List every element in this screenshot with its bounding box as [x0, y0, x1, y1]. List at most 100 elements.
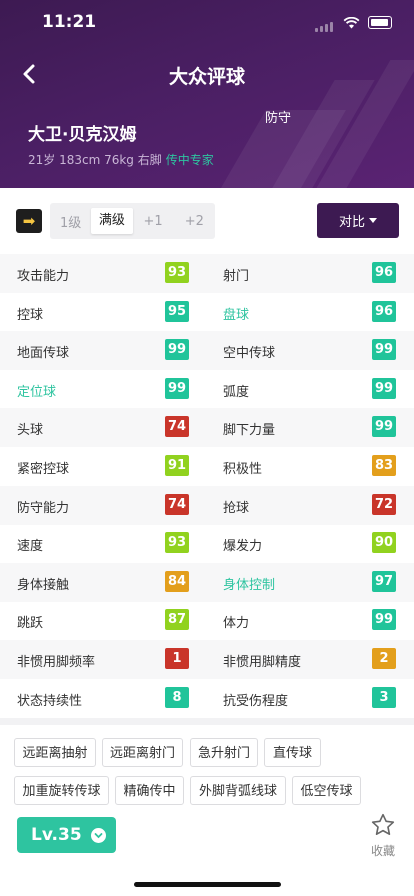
- stat-label: 非惯用脚频率: [17, 655, 96, 670]
- stat-row: 攻击能力 93 射门 96: [0, 254, 414, 293]
- skill-tag: 精确传中: [115, 776, 184, 805]
- favorite-label: 收藏: [370, 844, 395, 858]
- level-badge-button[interactable]: Lv.35: [17, 817, 116, 853]
- stat-row: 紧密控球 91 积极性 83: [0, 447, 414, 486]
- bottom-bar: Lv.35 收藏: [0, 812, 414, 896]
- skill-tag: 远距离抽射: [14, 738, 96, 767]
- stat-label[interactable]: 定位球: [17, 381, 56, 400]
- stat-row: 身体接触 84 身体控制 97: [0, 562, 414, 602]
- player-position: 防守: [265, 111, 292, 126]
- stat-label: 积极性: [223, 462, 263, 477]
- stat-value: 74: [165, 493, 189, 515]
- level-option[interactable]: 1级: [50, 212, 91, 231]
- skill-tag: 低空传球: [292, 776, 361, 805]
- stat-row: 控球 95 盘球 96: [0, 293, 414, 332]
- stat-cell: 抗受伤程度 3: [207, 679, 414, 718]
- stat-value: 91: [165, 455, 189, 476]
- stat-label: 紧密控球: [17, 462, 70, 477]
- stat-cell: 速度 93: [0, 524, 207, 563]
- level-option-selected[interactable]: 满级: [91, 208, 133, 234]
- stat-row: 非惯用脚频率 1 非惯用脚精度 2: [0, 640, 414, 679]
- caret-down-icon: [369, 218, 377, 223]
- stat-cell: 积极性 83: [207, 447, 414, 486]
- stat-value: 99: [165, 339, 189, 361]
- stat-value: 72: [372, 493, 396, 515]
- stat-value: 99: [372, 377, 396, 399]
- stat-value: 1: [165, 648, 189, 669]
- level-option[interactable]: +1: [133, 214, 174, 229]
- stat-row: 防守能力 74 抢球 72: [0, 485, 414, 525]
- stat-value: 2: [372, 648, 396, 669]
- status-bar: 11:21: [0, 0, 414, 46]
- favorite-button[interactable]: 收藏: [366, 812, 400, 859]
- stat-label: 状态持续性: [17, 693, 83, 709]
- stat-cell: 跳跃 87: [0, 601, 207, 640]
- level-selector: 1级 满级 +1 +2: [50, 203, 215, 239]
- stat-label: 体力: [223, 616, 250, 632]
- stat-row: 地面传球 99 空中传球 99: [0, 331, 414, 371]
- star-icon: [371, 813, 395, 836]
- stat-row: 头球 74 脚下力量 99: [0, 408, 414, 448]
- stat-cell: 定位球 99: [0, 370, 207, 409]
- stat-cell: 非惯用脚精度 2: [207, 640, 414, 679]
- stat-value: 93: [165, 532, 189, 554]
- stat-label: 速度: [17, 539, 44, 555]
- player-specialty: 传中专家: [165, 153, 214, 167]
- stat-value: 97: [372, 570, 396, 592]
- stat-cell: 头球 74: [0, 408, 207, 447]
- stat-label: 头球: [17, 423, 44, 439]
- stat-row: 速度 93 爆发力 90: [0, 524, 414, 563]
- level-badge-label: Lv.35: [31, 825, 82, 845]
- stat-cell: 非惯用脚频率 1: [0, 640, 207, 679]
- stat-label: 身体接触: [17, 577, 70, 593]
- stat-label: 跳跃: [17, 616, 44, 632]
- stat-cell: 空中传球 99: [207, 331, 414, 370]
- skill-tag: 直传球: [264, 738, 321, 767]
- stat-cell: 攻击能力 93: [0, 254, 207, 293]
- stat-cell: 射门 96: [207, 254, 414, 293]
- skill-tag: 急升射门: [190, 738, 258, 767]
- skills-section: 远距离抽射 远距离射门 急升射门 直传球 加重旋转传球 精确传中 外脚背弧线球 …: [0, 718, 414, 822]
- stat-cell: 地面传球 99: [0, 331, 207, 370]
- stat-cell: 控球 95: [0, 293, 207, 332]
- stat-label: 地面传球: [17, 346, 70, 362]
- home-indicator: [134, 882, 281, 887]
- stat-label[interactable]: 身体控制: [223, 574, 275, 593]
- toggle-button[interactable]: ➡: [16, 209, 42, 233]
- level-option[interactable]: +2: [174, 214, 215, 229]
- stat-cell: 爆发力 90: [207, 524, 414, 563]
- stat-label: 脚下力量: [223, 423, 276, 439]
- stat-value: 83: [372, 455, 396, 476]
- stat-row: 定位球 99 弧度 99: [0, 370, 414, 409]
- stat-value: 93: [165, 262, 189, 283]
- stat-label: 抗受伤程度: [223, 693, 289, 709]
- player-name: 大卫·贝克汉姆: [28, 125, 137, 145]
- skill-tag: 外脚背弧线球: [190, 776, 286, 805]
- stat-value: 96: [372, 262, 396, 283]
- stat-label: 射门: [223, 269, 250, 284]
- stat-cell: 弧度 99: [207, 370, 414, 409]
- page-title: 大众评球: [168, 66, 245, 88]
- stat-cell: 抢球 72: [207, 486, 414, 525]
- stat-cell: 身体接触 84: [0, 563, 207, 602]
- player-bio: 21岁 183cm 76kg 右脚: [28, 153, 162, 167]
- stat-value: 96: [372, 300, 396, 322]
- stat-label: 防守能力: [17, 500, 70, 516]
- stat-value: 74: [165, 416, 189, 438]
- stat-value: 8: [165, 686, 189, 708]
- stat-label[interactable]: 盘球: [223, 304, 249, 323]
- arrow-right-icon: ➡: [22, 212, 36, 230]
- stat-label: 非惯用脚精度: [223, 655, 302, 670]
- compare-label: 对比: [338, 215, 365, 230]
- stat-cell: 状态持续性 8: [0, 679, 207, 718]
- stat-value: 84: [165, 570, 189, 592]
- compare-button[interactable]: 对比: [317, 203, 399, 238]
- stat-value: 99: [372, 609, 396, 631]
- stat-label: 控球: [17, 307, 44, 323]
- skill-tag: 加重旋转传球: [14, 776, 109, 805]
- stat-cell: 体力 99: [207, 601, 414, 640]
- nav-bar: 大众评球: [0, 52, 414, 96]
- stat-value: 99: [372, 339, 396, 361]
- player-info: 21岁 183cm 76kg 右脚 传中专家: [28, 151, 214, 168]
- stat-row: 跳跃 87 体力 99: [0, 601, 414, 640]
